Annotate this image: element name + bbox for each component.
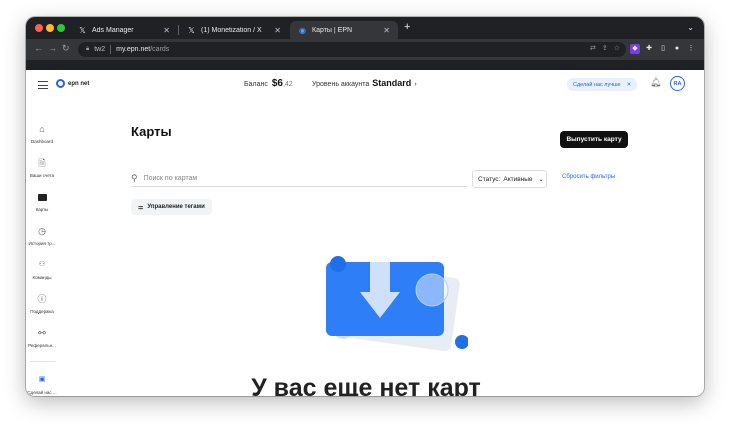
help-icon: ⓘ [37, 294, 47, 304]
epn-favicon-icon: ◉ [299, 25, 306, 35]
reload-icon[interactable]: ↻ [62, 43, 70, 54]
page-title: Карты [131, 124, 172, 139]
close-tab-icon[interactable]: ✕ [274, 26, 281, 35]
illustration-bubble [415, 273, 449, 307]
illustration-dot [455, 335, 468, 349]
team-icon: ⚇ [38, 261, 46, 268]
empty-state-title: У вас еще нет карт [251, 374, 481, 396]
feedback-promo-chip[interactable]: Сделай нас лучше ✕ [567, 78, 638, 91]
tab-bar: 𝕏 Ads Manager ✕ 𝕏 (1) Monetization / X ✕… [26, 17, 704, 39]
sidebar-item-referral[interactable]: ⚯ Реферальн... [26, 327, 58, 348]
tab-monetization[interactable]: 𝕏 (1) Monetization / X ✕ [179, 21, 289, 39]
issue-card-button[interactable]: Выпустить карту [560, 131, 628, 148]
home-icon: ⌂ [39, 124, 45, 134]
close-window-button[interactable] [35, 24, 43, 32]
illustration-dot [330, 256, 346, 272]
chevron-right-icon: › [414, 81, 417, 88]
account-level[interactable]: Уровень аккаунта Standard › [312, 78, 417, 88]
minimize-window-button[interactable] [46, 24, 54, 32]
document-icon: 🗎︎ [38, 158, 46, 168]
tab-cards-epn[interactable]: ◉ Карты | EPN ✕ [290, 21, 398, 39]
chevron-down-icon[interactable]: ⌄ [687, 23, 694, 32]
x-logo-icon: 𝕏 [188, 25, 195, 35]
epn-logo-icon [56, 79, 65, 88]
card-icon [37, 194, 47, 201]
sidepanel-icon[interactable]: ▯ [658, 44, 668, 54]
avatar[interactable]: RA [670, 76, 685, 91]
sidebar-item-dashboard[interactable]: ⌂ Dashboard [26, 123, 58, 144]
close-tab-icon[interactable]: ✕ [383, 26, 390, 35]
bell-icon[interactable]: 🔔︎ [650, 77, 661, 88]
referral-icon: ⚯ [38, 328, 46, 338]
page: epn net Баланс $6,42 Уровень аккаунта St… [26, 70, 704, 396]
new-tab-icon[interactable]: + [404, 21, 410, 33]
status-filter-select[interactable]: Статус: Активные ⌄ [472, 170, 547, 188]
search-input[interactable]: ⚲ Поиск по картам [131, 171, 467, 187]
profile-icon[interactable]: ● [672, 44, 682, 54]
menu-dots-icon[interactable]: ⋮ [686, 44, 696, 54]
hamburger-menu-icon[interactable] [38, 81, 48, 92]
tab-ads-manager[interactable]: 𝕏 Ads Manager ✕ [70, 21, 178, 39]
sidebar-item-support[interactable]: ⓘ Поддержка [26, 293, 58, 314]
back-icon[interactable]: ← [34, 43, 43, 53]
lock-icon: 🔒︎ [86, 46, 90, 52]
reset-filters-link[interactable]: Сбросить фильтры [562, 174, 615, 180]
bookmark-star-icon[interactable]: ☆ [614, 44, 620, 52]
close-icon[interactable]: ✕ [627, 82, 632, 88]
epn-logo[interactable]: epn net [56, 79, 89, 88]
manage-tags-button[interactable]: ⚌ Управление тегами [131, 199, 212, 215]
maximize-window-button[interactable] [57, 24, 65, 32]
forward-icon[interactable]: → [48, 43, 57, 53]
search-icon: ⚲ [131, 173, 138, 183]
translate-icon[interactable]: ⇄ [590, 44, 596, 52]
address-bar[interactable]: 🔒︎ tw2 my.epn.net /cards ⇄ ⇪ ☆ [78, 42, 626, 57]
sidebar-item-teams[interactable]: ⚇ Команды [26, 259, 58, 280]
extension-icon[interactable]: ◆ [630, 44, 640, 54]
empty-cards-illustration [326, 256, 468, 352]
balance: Баланс $6,42 [244, 78, 293, 89]
sidebar-item-history[interactable]: ◷ История тр... [26, 225, 58, 246]
sliders-icon: ⚌ [138, 204, 144, 211]
close-tab-icon[interactable]: ✕ [163, 26, 170, 35]
browser-window: 𝕏 Ads Manager ✕ 𝕏 (1) Monetization / X ✕… [26, 17, 704, 396]
chevron-down-icon: ⌄ [538, 176, 544, 183]
history-icon: ◷ [38, 226, 46, 236]
share-icon[interactable]: ⇪ [602, 44, 608, 52]
puzzle-icon[interactable]: ✚ [644, 44, 654, 54]
x-logo-icon: 𝕏 [79, 25, 86, 35]
sidebar-item-accounts[interactable]: 🗎︎ Ваши счета [26, 157, 58, 178]
browser-toolbar: ← → ↻ 🔒︎ tw2 my.epn.net /cards ⇄ ⇪ ☆ ◆ ✚… [26, 39, 704, 60]
sidebar-item-cards[interactable]: Карты [26, 191, 58, 212]
